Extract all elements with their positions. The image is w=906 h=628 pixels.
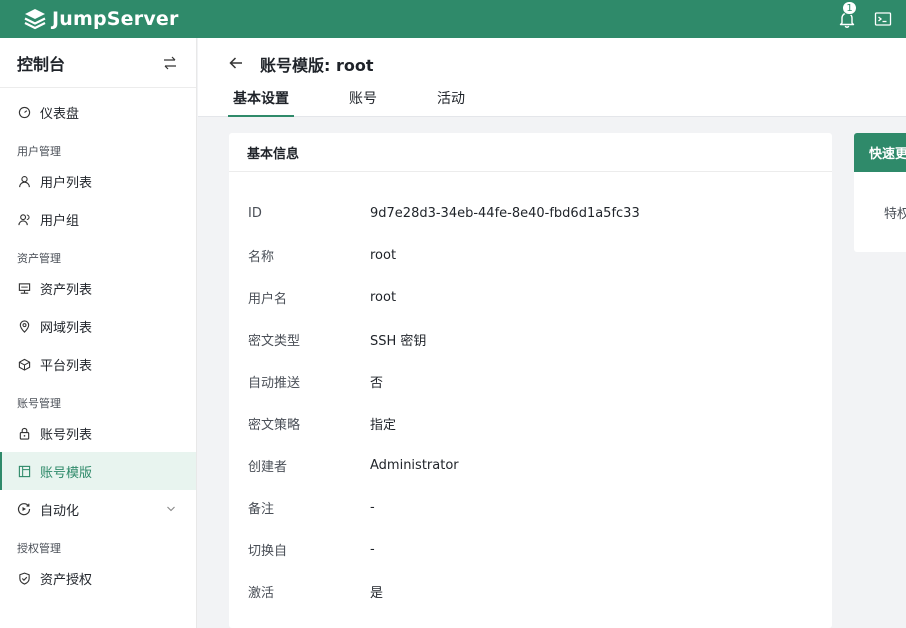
sidebar-item-label: 资产授权 (40, 572, 93, 588)
sidebar-item-label: 账号列表 (40, 427, 93, 443)
page-header: 账号模版: root 基本设置 账号 活动 (198, 38, 906, 117)
detail-row: 自动推送 否 (229, 360, 832, 402)
sidebar-item-asset-permission[interactable]: 资产授权 (0, 559, 196, 597)
detail-row: ID 9d7e28d3-34eb-44fe-8e40-fbd6d1a5fc33 (229, 192, 832, 234)
notification-bell-icon[interactable]: 1 (838, 1, 857, 28)
top-header: JumpServer 1 (0, 0, 906, 38)
tab-bar: 基本设置 账号 活动 (228, 88, 520, 117)
detail-key: 用户名 (248, 291, 288, 307)
sidebar-item-automation[interactable]: 自动化 (0, 490, 196, 528)
detail-value: 指定 (370, 417, 397, 433)
detail-value: root (370, 247, 397, 263)
dashboard-icon (17, 105, 31, 119)
sidebar-group-users: 用户管理 (17, 145, 61, 158)
sidebar-group-accounts: 账号管理 (17, 397, 61, 410)
lock-icon (17, 426, 31, 440)
detail-value: 9d7e28d3-34eb-44fe-8e40-fbd6d1a5fc33 (370, 205, 640, 221)
detail-value: 是 (370, 585, 384, 601)
basic-info-card: 基本信息 ID 9d7e28d3-34eb-44fe-8e40-fbd6d1a5f… (229, 133, 832, 628)
sidebar: 控制台 仪表盘 用户管理 用户列表 用户组 资产管理 资产列表 网域列表 平台列… (0, 38, 197, 628)
detail-row: 用户名 root (229, 276, 832, 318)
sidebar-item-label: 自动化 (40, 503, 80, 519)
console-title: 控制台 (17, 54, 66, 74)
detail-value: Administrator (370, 457, 459, 473)
detail-row: 激活 是 (229, 570, 832, 612)
detail-key: 切换自 (248, 543, 288, 559)
sidebar-item-account-list[interactable]: 账号列表 (0, 414, 196, 452)
detail-value: SSH 密钥 (370, 333, 427, 349)
sidebar-header: 控制台 (0, 38, 196, 88)
shield-icon (17, 571, 31, 585)
detail-value: 否 (370, 375, 384, 391)
detail-key: 密文类型 (248, 333, 301, 349)
automation-icon (17, 502, 31, 516)
detail-key: 自动推送 (248, 375, 301, 391)
chevron-down-icon[interactable] (166, 503, 176, 513)
back-arrow-icon[interactable] (228, 55, 244, 71)
location-icon (17, 319, 31, 333)
sidebar-item-user-group[interactable]: 用户组 (0, 200, 196, 238)
sidebar-item-label: 仪表盘 (40, 106, 80, 122)
cube-icon (17, 357, 31, 371)
detail-key: 激活 (248, 585, 275, 601)
quick-update-title: 快速更新 (854, 133, 906, 172)
template-icon (17, 464, 31, 478)
sidebar-item-platform-list[interactable]: 平台列表 (0, 345, 196, 383)
detail-key: 备注 (248, 501, 275, 517)
notification-badge: 1 (842, 1, 857, 15)
brand-logo[interactable]: JumpServer (22, 6, 179, 32)
sidebar-item-asset-list[interactable]: 资产列表 (0, 269, 196, 307)
sidebar-item-label: 用户列表 (40, 175, 93, 191)
detail-key: 密文策略 (248, 417, 301, 433)
detail-value: - (370, 499, 375, 515)
users-icon (17, 212, 31, 226)
tab-accounts[interactable]: 账号 (344, 88, 382, 117)
sidebar-group-assets: 资产管理 (17, 252, 61, 265)
detail-row: 切换自 - (229, 528, 832, 570)
sidebar-item-account-template[interactable]: 账号模版 (0, 452, 196, 490)
card-title: 基本信息 (229, 133, 832, 172)
detail-value: - (370, 541, 375, 557)
sidebar-item-label: 网域列表 (40, 320, 93, 336)
sidebar-item-label: 用户组 (40, 213, 80, 229)
sidebar-group-permissions: 授权管理 (17, 542, 61, 555)
detail-key: ID (248, 205, 262, 221)
detail-value: root (370, 289, 397, 305)
detail-key: 名称 (248, 249, 275, 265)
jumpserver-logo-icon (22, 6, 48, 32)
sidebar-item-label: 资产列表 (40, 282, 93, 298)
server-icon (17, 281, 31, 295)
sidebar-item-label: 账号模版 (40, 465, 93, 481)
user-icon (17, 174, 31, 188)
quick-update-item: 特权账号 (884, 207, 906, 222)
detail-row: 密文策略 指定 (229, 402, 832, 444)
detail-row: 备注 - (229, 486, 832, 528)
detail-key: 创建者 (248, 459, 288, 475)
tab-activity[interactable]: 活动 (432, 88, 470, 117)
switch-view-icon[interactable] (162, 55, 178, 71)
detail-row: 名称 root (229, 234, 832, 276)
web-terminal-icon[interactable] (874, 10, 892, 28)
detail-row: 创建者 Administrator (229, 444, 832, 486)
tab-basic-settings[interactable]: 基本设置 (228, 88, 294, 117)
sidebar-item-user-list[interactable]: 用户列表 (0, 162, 196, 200)
sidebar-item-label: 平台列表 (40, 358, 93, 374)
sidebar-item-domain-list[interactable]: 网域列表 (0, 307, 196, 345)
detail-row: 密文类型 SSH 密钥 (229, 318, 832, 360)
sidebar-item-dashboard[interactable]: 仪表盘 (0, 93, 196, 131)
quick-update-card: 快速更新 特权账号 (854, 133, 906, 252)
brand-name: JumpServer (52, 8, 179, 30)
page-title: 账号模版: root (260, 56, 374, 75)
